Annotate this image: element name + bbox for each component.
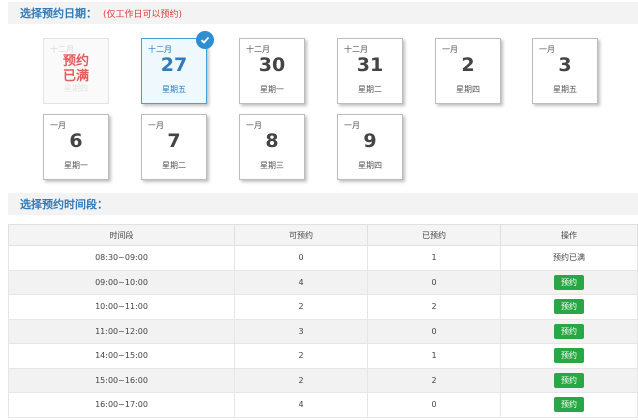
- header-booked: 已预约: [367, 224, 501, 246]
- book-button[interactable]: 预约: [554, 274, 584, 290]
- slot-available: 2: [234, 367, 368, 393]
- slot-time: 08:30~09:00: [8, 245, 235, 271]
- card-day: 8: [265, 130, 279, 152]
- date-card-9[interactable]: 一月 9 星期四: [337, 114, 403, 180]
- table-row: 10:00~11:00 2 2 预约: [8, 294, 638, 320]
- time-slot-table: 时间段 可预约 已预约 操作 08:30~09:00 0 1 预约已满 09:0…: [8, 224, 638, 418]
- book-button[interactable]: 预约: [554, 348, 584, 364]
- time-section-title: 选择预约时间段：: [20, 198, 108, 211]
- table-row: 11:00~12:00 3 0 预约: [8, 318, 638, 344]
- table-row: 09:00~10:00 4 0 预约: [8, 269, 638, 295]
- slot-action: 预约: [500, 392, 638, 418]
- card-weekday: 星期四: [456, 85, 480, 94]
- card-weekday: 星期一: [64, 161, 88, 170]
- slot-time: 15:00~16:00: [8, 367, 235, 393]
- date-card-8[interactable]: 一月 8 星期三: [239, 114, 305, 180]
- slot-booked: 1: [367, 245, 501, 271]
- date-card-7[interactable]: 一月 7 星期二: [141, 114, 207, 180]
- table-header-row: 时间段 可预约 已预约 操作: [8, 224, 638, 246]
- card-weekday: 星期五: [553, 85, 577, 94]
- book-button[interactable]: 预约: [554, 323, 584, 339]
- slot-booked: 2: [367, 294, 501, 320]
- slot-time: 09:00~10:00: [8, 269, 235, 295]
- card-weekday: 星期四: [358, 161, 382, 170]
- card-weekday: 星期一: [260, 85, 284, 94]
- slot-action: 预约: [500, 269, 638, 295]
- card-day: 31: [356, 54, 384, 76]
- card-day: 9: [363, 130, 377, 152]
- card-weekday: 星期四: [64, 84, 88, 93]
- table-row: 08:30~09:00 0 1 预约已满: [8, 245, 638, 271]
- workday-note: (仅工作日可以预约): [103, 9, 183, 20]
- slot-full-status: 预约已满: [500, 245, 638, 271]
- book-button[interactable]: 预约: [554, 372, 584, 388]
- header-available: 可预约: [234, 224, 368, 246]
- slot-available: 4: [234, 269, 368, 295]
- slot-available: 2: [234, 343, 368, 369]
- card-weekday: 星期五: [162, 85, 186, 94]
- card-weekday: 星期二: [162, 161, 186, 170]
- date-card-31[interactable]: 十二月 31 星期二: [337, 38, 403, 104]
- table-row: 14:00~15:00 2 1 预约: [8, 343, 638, 369]
- slot-time: 10:00~11:00: [8, 294, 235, 320]
- slot-available: 0: [234, 245, 368, 271]
- slot-action: 预约: [500, 367, 638, 393]
- slot-booked: 0: [367, 392, 501, 418]
- card-weekday: 星期三: [260, 161, 284, 170]
- book-button[interactable]: 预约: [554, 299, 584, 315]
- table-row: 16:00~17:00 4 0 预约: [8, 392, 638, 418]
- slot-booked: 1: [367, 343, 501, 369]
- slot-booked: 0: [367, 318, 501, 344]
- slot-action: 预约: [500, 294, 638, 320]
- full-badge: 预约 已满: [44, 54, 108, 84]
- slot-available: 4: [234, 392, 368, 418]
- date-card-27[interactable]: 十二月 27 星期五: [141, 31, 214, 104]
- date-card-6[interactable]: 一月 6 星期一: [43, 114, 109, 180]
- card-day: 30: [258, 54, 286, 76]
- slot-available: 2: [234, 294, 368, 320]
- slot-time: 14:00~15:00: [8, 343, 235, 369]
- slot-action: 预约: [500, 343, 638, 369]
- time-section-header: 选择预约时间段：: [8, 193, 638, 215]
- card-weekday: 星期二: [358, 85, 382, 94]
- slot-time: 16:00~17:00: [8, 392, 235, 418]
- date-card-full: 十二月 预约 已满 星期四: [43, 38, 109, 104]
- slot-time: 11:00~12:00: [8, 318, 235, 344]
- card-day: 6: [69, 130, 83, 152]
- slot-available: 3: [234, 318, 368, 344]
- book-button[interactable]: 预约: [554, 397, 584, 413]
- slot-booked: 2: [367, 367, 501, 393]
- card-day: 27: [160, 54, 188, 76]
- date-card-3[interactable]: 一月 3 星期五: [532, 38, 598, 104]
- check-circle-icon: [196, 31, 214, 49]
- date-section-title: 选择预约日期：: [20, 7, 97, 20]
- header-action: 操作: [500, 224, 638, 246]
- slot-action: 预约: [500, 318, 638, 344]
- slot-booked: 0: [367, 269, 501, 295]
- table-row: 15:00~16:00 2 2 预约: [8, 367, 638, 393]
- full-badge-line2: 已满: [62, 69, 89, 84]
- card-day: 3: [558, 54, 572, 76]
- date-card-30[interactable]: 十二月 30 星期一: [239, 38, 305, 104]
- header-time: 时间段: [8, 224, 235, 246]
- date-section-header: 选择预约日期： (仅工作日可以预约): [8, 2, 638, 24]
- card-day: 7: [167, 130, 181, 152]
- date-card-2[interactable]: 一月 2 星期四: [435, 38, 501, 104]
- card-day: 2: [461, 54, 475, 76]
- full-badge-line1: 预约: [62, 54, 89, 69]
